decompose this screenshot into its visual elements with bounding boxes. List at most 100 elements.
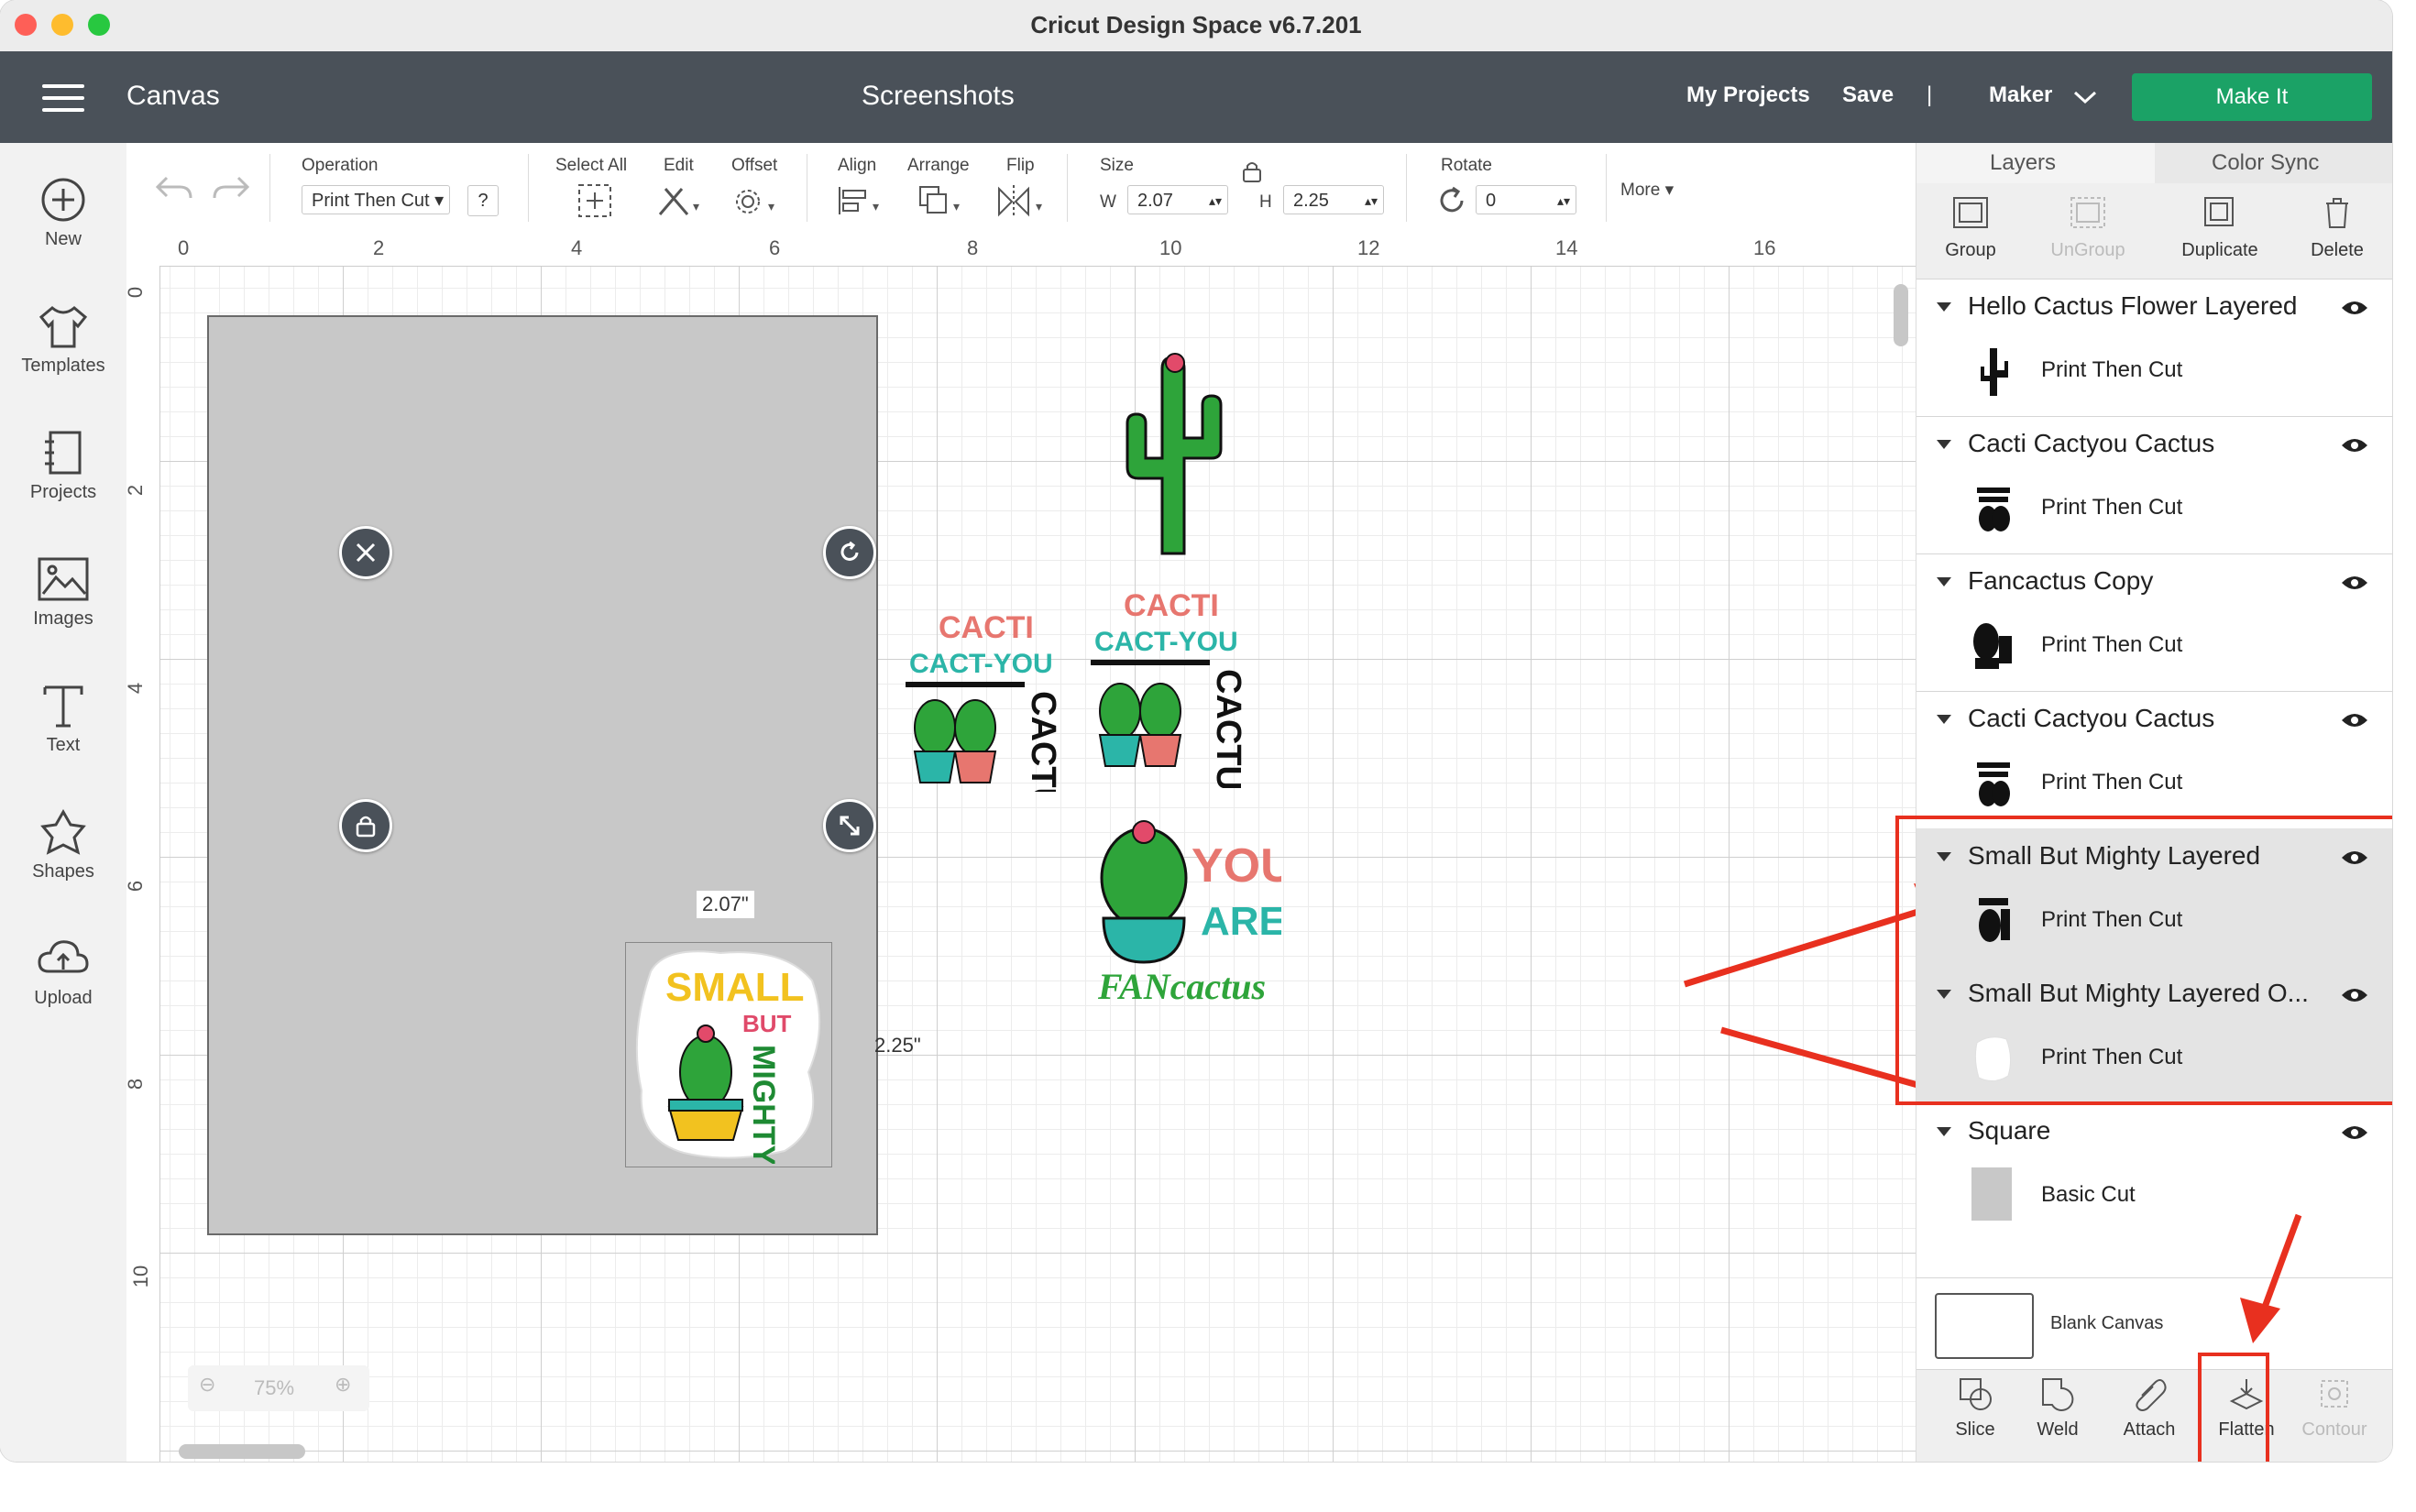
sticker-text-cacti: CACTI: [1124, 588, 1219, 623]
horizontal-scrollbar[interactable]: [179, 1444, 305, 1459]
save-link[interactable]: Save: [1842, 82, 1894, 108]
ungroup-button[interactable]: UnGroup: [2037, 191, 2138, 261]
fancactus-image[interactable]: YOU ARE FANcactus: [1098, 816, 1281, 1017]
eye-icon[interactable]: [2340, 299, 2369, 317]
width-input[interactable]: 2.07 ▴▾: [1127, 185, 1228, 214]
height-label: H: [1259, 192, 1272, 212]
shapes-label: Shapes: [32, 861, 94, 882]
expand-caret-icon[interactable]: [1937, 715, 1951, 724]
my-projects-link[interactable]: My Projects: [1686, 82, 1810, 108]
hello-cactus-flower-image[interactable]: [1115, 350, 1234, 561]
slice-button[interactable]: Slice: [1931, 1375, 2019, 1441]
ruler-tick-label: 8: [126, 1079, 148, 1090]
width-label: W: [1100, 192, 1116, 212]
eye-icon[interactable]: [2340, 711, 2369, 729]
layer-item[interactable]: Cacti Cactyou Cactus Print Then Cut: [1916, 416, 2392, 554]
delete-button[interactable]: Delete: [2287, 191, 2388, 261]
offset-icon[interactable]: ▾: [731, 183, 783, 218]
project-name[interactable]: Screenshots: [862, 81, 1015, 112]
width-stepper[interactable]: ▴▾: [1209, 186, 1222, 215]
window-title: Cricut Design Space v6.7.201: [1030, 11, 1362, 38]
contour-button[interactable]: Contour: [2290, 1375, 2378, 1441]
operation-label: Operation: [302, 156, 379, 175]
small-but-mighty-sticker[interactable]: SMALL BUT MIGHTY: [629, 944, 829, 1164]
operation-help-button[interactable]: ?: [467, 185, 499, 216]
zoom-in-button[interactable]: ⊕: [335, 1373, 351, 1397]
layer-item[interactable]: Fancactus Copy Print Then Cut: [1916, 553, 2392, 692]
new-button[interactable]: New: [0, 176, 126, 250]
operation-select[interactable]: Print Then Cut ▾: [302, 185, 450, 214]
make-it-button[interactable]: Make It: [2132, 73, 2372, 121]
blank-canvas-row[interactable]: Blank Canvas: [1916, 1277, 2392, 1370]
ruler-tick-label: 4: [126, 683, 148, 694]
ruler-tick-label: 2: [126, 485, 148, 496]
sticker-text-cact-you: CACT-YOU: [1094, 627, 1238, 657]
tab-layers[interactable]: Layers: [1916, 143, 2155, 183]
duplicate-button[interactable]: Duplicate: [2169, 191, 2270, 261]
cacti-cactyou-cactus-image-2[interactable]: CACTI CACT-YOU CACTUS: [1080, 577, 1256, 788]
selection-height-label: 2.25": [874, 1034, 921, 1057]
images-button[interactable]: Images: [0, 555, 126, 630]
layer-item[interactable]: Hello Cactus Flower Layered Print Then C…: [1916, 279, 2392, 417]
resize-arrows-icon: [840, 816, 860, 836]
hamburger-menu-icon[interactable]: [42, 84, 84, 112]
ruler-left: 0 2 4 6 8 10: [126, 266, 160, 1462]
rotate-stepper[interactable]: ▴▾: [1557, 186, 1570, 215]
expand-caret-icon[interactable]: [1937, 302, 1951, 312]
eye-icon[interactable]: [2340, 1123, 2369, 1142]
attach-button[interactable]: Attach: [2105, 1375, 2193, 1441]
group-icon: [1953, 197, 1988, 228]
edit-label: Edit: [664, 156, 694, 175]
rotate-handle[interactable]: [823, 526, 876, 579]
lock-icon[interactable]: [1241, 159, 1263, 183]
height-input[interactable]: 2.25 ▴▾: [1283, 185, 1384, 214]
projects-label: Projects: [29, 482, 97, 502]
layer-actions: Group UnGroup Duplicate Delete: [1916, 183, 2392, 279]
ruler-tick-label: 0: [178, 236, 190, 259]
more-menu[interactable]: More ▾: [1620, 180, 1674, 201]
templates-button[interactable]: Templates: [0, 302, 126, 377]
eye-icon[interactable]: [2340, 436, 2369, 455]
zoom-out-button[interactable]: ⊖: [199, 1373, 215, 1397]
align-icon[interactable]: ▾: [836, 183, 887, 218]
layer-operation: Print Then Cut: [2041, 495, 2183, 520]
select-all-icon[interactable]: [577, 183, 612, 218]
lock-handle[interactable]: [339, 799, 392, 852]
layer-item[interactable]: Square Basic Cut: [1916, 1103, 2392, 1241]
tab-color-sync[interactable]: Color Sync: [2155, 143, 2392, 183]
arrange-icon[interactable]: ▾: [917, 183, 968, 218]
expand-caret-icon[interactable]: [1937, 1127, 1951, 1136]
resize-handle[interactable]: [823, 799, 876, 852]
ruler-top: 0 2 4 6 8 10 12 14 16: [126, 233, 1916, 267]
text-icon: [43, 685, 83, 728]
annotation-arrow-flatten: [2240, 1213, 2302, 1343]
zoom-control[interactable]: ⊖ 75% ⊕: [188, 1365, 369, 1411]
layer-item[interactable]: Cacti Cactyou Cactus Print Then Cut: [1916, 691, 2392, 829]
app-window: Cricut Design Space v6.7.201 Canvas Scre…: [0, 0, 2392, 1462]
expand-caret-icon[interactable]: [1937, 440, 1951, 449]
group-button[interactable]: Group: [1920, 191, 2021, 261]
shapes-button[interactable]: Shapes: [0, 808, 126, 882]
machine-select[interactable]: Maker: [1989, 82, 2052, 108]
upload-button[interactable]: Upload: [0, 935, 126, 1009]
cacti-cactyou-cactus-image-1[interactable]: CACTI CACT-YOU CACTUS: [895, 599, 1071, 792]
text-label: Text: [46, 735, 81, 755]
design-canvas[interactable]: 0 2 4 6 8 10 12 14 16 0 2 4 6 8 10 SMALL…: [126, 233, 1916, 1462]
eye-icon[interactable]: [2340, 574, 2369, 592]
height-stepper[interactable]: ▴▾: [1365, 186, 1378, 215]
edit-scissors-icon[interactable]: ▾: [656, 183, 708, 218]
expand-caret-icon[interactable]: [1937, 577, 1951, 586]
projects-button[interactable]: Projects: [0, 429, 126, 503]
blank-canvas-swatch[interactable]: [1935, 1293, 2034, 1359]
delete-handle[interactable]: [339, 526, 392, 579]
chevron-down-icon[interactable]: [2073, 90, 2097, 104]
weld-button[interactable]: Weld: [2014, 1375, 2102, 1441]
duplicate-label: Duplicate: [2181, 240, 2258, 260]
rotate-input[interactable]: 0 ▴▾: [1476, 185, 1576, 214]
text-button[interactable]: Text: [0, 682, 126, 756]
flip-icon[interactable]: ▾: [995, 183, 1050, 218]
vertical-scrollbar[interactable]: [1894, 284, 1908, 346]
undo-icon[interactable]: [154, 172, 194, 203]
sticker-text-are: ARE: [1201, 899, 1281, 944]
redo-icon[interactable]: [211, 172, 251, 203]
